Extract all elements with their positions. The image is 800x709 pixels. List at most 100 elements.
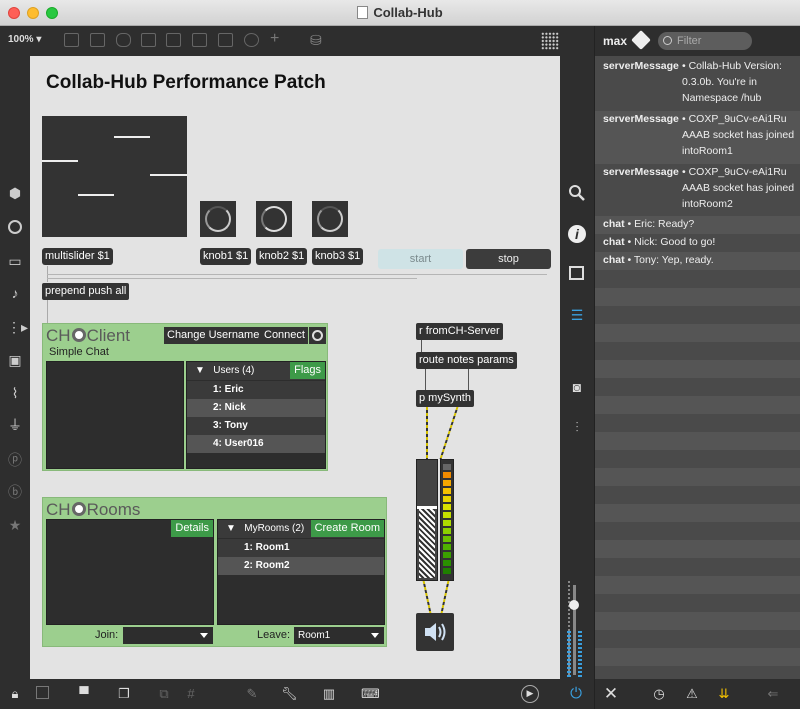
knob3-message[interactable]: knob3 $1 (312, 248, 364, 265)
slider-object-icon[interactable] (218, 33, 233, 47)
mysynth-subpatch[interactable]: p mySynth (416, 390, 474, 407)
b-circle-icon[interactable]: ⓑ (7, 484, 23, 500)
plug-icon[interactable]: ⏚ (7, 417, 23, 433)
patcher-canvas[interactable]: Collab-Hub Performance Patch multislider… (30, 56, 560, 679)
dial-object-icon[interactable] (244, 33, 259, 47)
number-object-icon[interactable] (192, 33, 207, 47)
split-view-icon[interactable] (569, 266, 584, 280)
list-view-icon[interactable]: ☰ (568, 306, 586, 324)
bus-icon[interactable]: ▭ (7, 253, 23, 269)
sequence-icon[interactable]: ⋮▸ (7, 319, 28, 335)
star-icon[interactable]: ★ (7, 517, 23, 533)
timestamp-clock-icon[interactable]: ◷ (651, 686, 667, 702)
connect-toggle[interactable] (309, 327, 326, 344)
details-button[interactable]: Details (171, 520, 213, 537)
paint-bucket-icon[interactable]: ⛁ (310, 33, 325, 47)
level-slider-handle[interactable] (569, 600, 579, 610)
scroll-to-bottom-icon[interactable]: ⇊ (716, 686, 732, 702)
knob2-dial[interactable] (256, 201, 292, 237)
console-message-row[interactable]: serverMessage • COXP_9uCv-eAi1Ru AAAB so… (595, 111, 800, 164)
collab-hub-logo-icon (71, 502, 86, 516)
user-row[interactable]: 1: Eric (187, 381, 325, 399)
keyboard-icon[interactable]: ⌨ (361, 686, 380, 702)
leave-dropdown[interactable]: Room1 (294, 627, 384, 644)
prepend-object[interactable]: prepend push all (42, 283, 130, 300)
user-row[interactable]: 4: User016 (187, 435, 325, 453)
grid-toggle-icon[interactable] (541, 32, 559, 50)
console-message-row[interactable]: chat • Nick: Good to go! (595, 234, 800, 252)
console-filter-input[interactable]: Filter (658, 32, 752, 50)
multislider[interactable] (42, 116, 187, 237)
myrooms-list[interactable]: ▼ MyRooms (2) Create Room 1: Room1 2: Ro… (217, 519, 385, 625)
knob1-message[interactable]: knob1 $1 (200, 248, 252, 265)
new-object-icon[interactable] (64, 33, 79, 47)
add-object-icon[interactable]: + (270, 31, 285, 47)
image-icon[interactable]: ▣ (7, 352, 23, 368)
receive-object[interactable]: r fromCH-Server (416, 323, 503, 340)
change-username-button[interactable]: Change Username (164, 327, 263, 344)
patcher-toolbar: 100% ▾ + ⛁ (0, 26, 594, 56)
room-details-display[interactable]: Details (46, 519, 214, 625)
pin-icon[interactable] (631, 30, 651, 50)
clear-console-icon[interactable]: ✕ (603, 685, 619, 702)
console-message-row[interactable]: chat • Tony: Yep, ready. (595, 252, 800, 270)
console-message-row[interactable]: serverMessage • Collab-Hub Version: 0.3.… (595, 58, 800, 111)
left-sidebar: ⬢ ▭ ♪ ⋮▸ ▣ ⌇ ⏚ ⓟ ⓑ ★ (0, 56, 30, 679)
back-arrow-icon[interactable]: ⇐ (765, 686, 781, 702)
meter-segment (443, 528, 451, 534)
paperclip-icon[interactable]: ⌇ (7, 385, 23, 401)
lock-icon[interactable]: 🔒︎ (7, 686, 23, 702)
route-object[interactable]: route notes params (416, 352, 517, 369)
gain-slider-handle[interactable] (417, 506, 437, 509)
user-row[interactable]: 3: Tony (187, 417, 325, 435)
edit-icon[interactable] (36, 686, 49, 699)
console-message-row[interactable]: chat • Eric: Ready? (595, 216, 800, 234)
users-list[interactable]: ▼ Users (4) Flags 1: Eric 2: Nick 3: Ton… (186, 361, 326, 469)
toggle-object-icon[interactable] (166, 33, 181, 47)
user-row[interactable]: 2: Nick (187, 399, 325, 417)
create-room-button[interactable]: Create Room (310, 520, 384, 537)
audio-cord (440, 581, 450, 613)
start-button[interactable]: start (378, 249, 463, 269)
packages-icon[interactable]: ⬢ (7, 185, 23, 201)
room-row[interactable]: 2: Room2 (218, 557, 384, 575)
browser-icon[interactable] (8, 220, 22, 234)
camera-icon[interactable]: ◙ (568, 378, 586, 396)
console-message-row[interactable]: serverMessage • COXP_9uCv-eAi1Ru AAAB so… (595, 164, 800, 216)
warning-icon[interactable]: ⚠ (684, 686, 700, 702)
dac-speaker-button[interactable] (416, 613, 454, 651)
presentation-icon[interactable]: ▀ (76, 686, 92, 702)
knob2-message[interactable]: knob2 $1 (256, 248, 308, 265)
toggle-circle-icon (312, 330, 323, 341)
patch-cord (47, 300, 48, 324)
new-message-icon[interactable] (90, 33, 105, 47)
windows-icon[interactable]: ❐ (116, 686, 132, 702)
join-dropdown[interactable] (123, 627, 213, 644)
chat-display[interactable] (46, 361, 184, 469)
multislider-message[interactable]: multislider $1 (42, 248, 113, 265)
gain-slider[interactable] (416, 459, 438, 581)
mixer-icon[interactable]: ⫶ (568, 418, 586, 436)
grid-icon[interactable]: # (183, 686, 199, 702)
knob3-dial[interactable] (312, 201, 348, 237)
snap-icon[interactable]: ⧉ (156, 686, 172, 702)
stop-button[interactable]: stop (466, 249, 551, 269)
connect-button[interactable]: Connect (261, 327, 308, 344)
play-icon[interactable]: ▶ (521, 685, 539, 703)
flags-button[interactable]: Flags (290, 362, 325, 379)
wrench-icon[interactable]: 🔧︎ (281, 686, 298, 702)
room-row[interactable]: 1: Room1 (218, 539, 384, 557)
power-icon[interactable]: ⏻ (568, 686, 584, 702)
p-circle-icon[interactable]: ⓟ (7, 452, 23, 468)
info-icon[interactable]: i (568, 225, 586, 243)
output-level-sliders[interactable] (560, 575, 594, 679)
piano-icon[interactable]: ▥ (321, 686, 337, 702)
message-text: • Eric: Ready? (627, 218, 695, 230)
knob1-dial[interactable] (200, 201, 236, 237)
debug-icon[interactable]: ✎ (244, 686, 260, 702)
zoom-menu[interactable]: 100% ▾ (8, 34, 41, 45)
new-comment-icon[interactable] (116, 33, 131, 47)
music-icon[interactable]: ♪ (7, 285, 23, 301)
search-icon[interactable] (568, 184, 586, 202)
button-object-icon[interactable] (141, 33, 156, 47)
